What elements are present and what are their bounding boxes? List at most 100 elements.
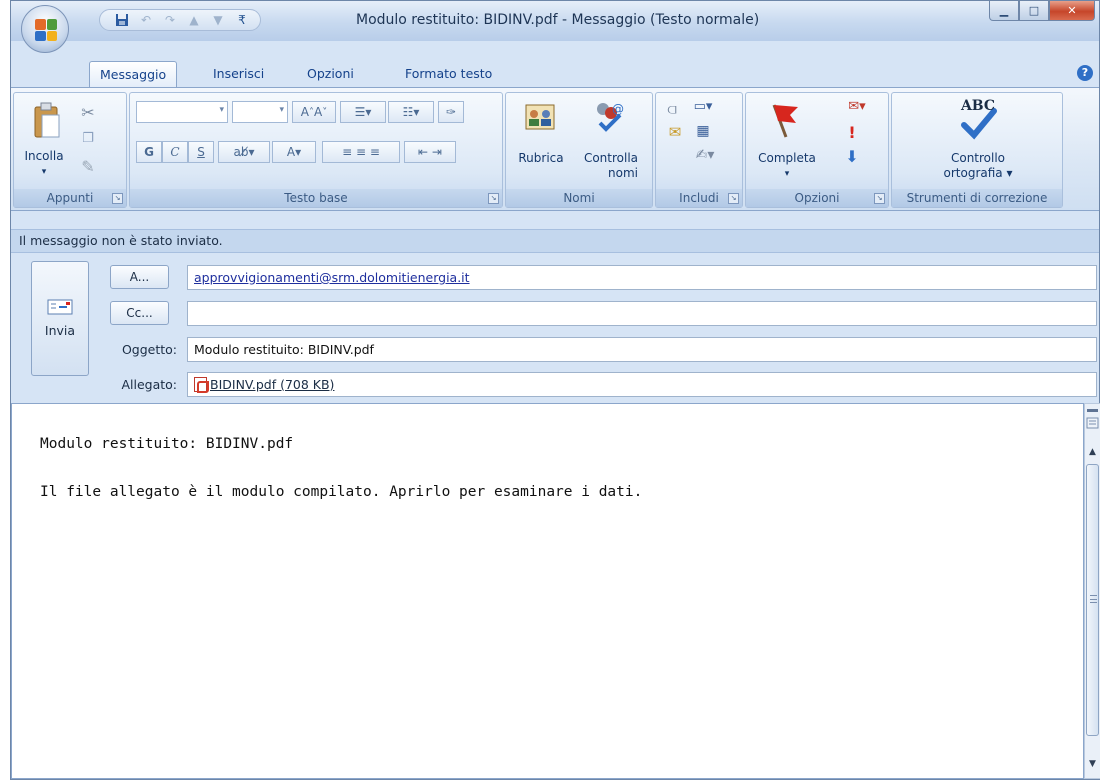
grow-shrink-font-button[interactable]: A ˄ A ˅ [292, 101, 336, 123]
minimize-icon: ▁ [999, 4, 1009, 17]
format-painter-icon[interactable]: ✎ [78, 157, 98, 176]
completa-dropdown-icon[interactable]: ▾ [752, 167, 822, 182]
appunti-launcher-icon[interactable]: ↘ [112, 193, 123, 204]
quick-access-toolbar: ↶ ↷ ▲ ▼ ₹ [99, 9, 261, 31]
window-controls: ▁ □ ✕ [989, 1, 1095, 21]
indent-buttons[interactable]: ⇤ ⇥ [404, 141, 456, 163]
group-label-nomi: Nomi [506, 189, 652, 207]
group-label-appunti: Appunti [14, 189, 126, 207]
office-button[interactable] [21, 5, 69, 53]
rubrica-label[interactable]: Rubrica [510, 151, 572, 166]
font-color-button[interactable]: A▾ [272, 141, 316, 163]
address-book-icon[interactable] [524, 101, 556, 133]
business-card-icon[interactable]: ▭▾ [688, 99, 718, 114]
vertical-scrollbar[interactable]: ▲ ▼ [1084, 403, 1100, 779]
scroll-down-icon[interactable]: ▼ [1085, 756, 1100, 772]
outlook-message-window: ↶ ↷ ▲ ▼ ₹ Modulo restituito: BIDINV.pdf … [10, 0, 1100, 780]
body-line-1: Modulo restituito: BIDINV.pdf [40, 436, 294, 452]
close-button[interactable]: ✕ [1049, 1, 1095, 21]
next-item-icon[interactable]: ▼ [210, 12, 226, 28]
completa-label[interactable]: Completa [752, 151, 822, 166]
spelling-label[interactable]: Controllo ortografia ▾ [908, 151, 1048, 181]
group-opzioni: Completa ▾ ✉▾ ! ⬇ Opzioni ↘ [745, 92, 889, 208]
italic-button[interactable]: C [162, 141, 188, 163]
tab-formato-testo[interactable]: Formato testo [405, 61, 492, 87]
cc-button[interactable]: Cc... [110, 301, 169, 325]
to-field[interactable]: approvvigionamenti@srm.dolomitienergia.i… [187, 265, 1097, 290]
info-bar: Il messaggio non è stato inviato. [11, 229, 1099, 253]
scroll-up-icon[interactable]: ▲ [1085, 444, 1100, 460]
scroll-thumb[interactable] [1086, 464, 1099, 736]
highlight-button[interactable]: ab̸▾ [218, 141, 270, 163]
tab-opzioni[interactable]: Opzioni [307, 61, 354, 87]
group-nomi: @ Rubrica Controlla nomi Nomi [505, 92, 653, 208]
send-label: Invia [44, 323, 76, 338]
opzioni-launcher-icon[interactable]: ↘ [874, 193, 885, 204]
check-names-icon[interactable]: @ [592, 99, 626, 133]
alignment-buttons[interactable]: ≡ ≡ ≡ [322, 141, 400, 163]
cut-icon[interactable]: ✂ [78, 103, 98, 122]
tab-inserisci[interactable]: Inserisci [213, 61, 264, 87]
message-header: Invia A... approvvigionamenti@srm.dolomi… [11, 253, 1099, 403]
subject-field[interactable]: Modulo restituito: BIDINV.pdf [187, 337, 1097, 362]
numbering-button[interactable]: ☷▾ [388, 101, 434, 123]
close-icon: ✕ [1067, 4, 1077, 17]
save-icon[interactable] [114, 12, 130, 28]
check-names-label[interactable]: Controlla nomi [572, 151, 650, 181]
minimize-button[interactable]: ▁ [989, 1, 1019, 21]
font-name-combo[interactable] [136, 101, 228, 123]
window-title: Modulo restituito: BIDINV.pdf - Messaggi… [356, 12, 760, 28]
testo-base-launcher-icon[interactable]: ↘ [488, 193, 499, 204]
send-icon [47, 299, 73, 315]
redo-icon[interactable]: ↷ [162, 12, 178, 28]
cc-field[interactable] [187, 301, 1097, 326]
bullets-button[interactable]: ☰▾ [340, 101, 386, 123]
follow-up-flag-icon[interactable] [764, 99, 804, 139]
help-icon[interactable]: ? [1077, 65, 1093, 81]
scroll-grip-icon [1090, 595, 1097, 603]
signature-icon[interactable]: ✍▾ [690, 147, 720, 163]
low-importance-icon[interactable]: ⬇ [844, 147, 860, 166]
bold-button[interactable]: G [136, 141, 162, 163]
attach-item-icon[interactable]: ✉ [664, 123, 686, 141]
customize-qat-icon[interactable]: ₹ [234, 12, 250, 28]
underline-button[interactable]: S [188, 141, 214, 163]
paste-label[interactable]: Incolla [18, 149, 70, 164]
body-line-2: Il file allegato è il modulo compilato. … [40, 484, 643, 500]
to-button[interactable]: A... [110, 265, 169, 289]
copy-icon[interactable]: ❐ [78, 131, 98, 146]
split-view-icon[interactable] [1086, 408, 1099, 438]
high-importance-icon[interactable]: ! [844, 123, 860, 142]
maximize-icon: □ [1028, 4, 1040, 17]
abc-label: ABC [960, 98, 996, 114]
attach-file-icon[interactable]: ⫏ [664, 99, 680, 119]
undo-icon[interactable]: ↶ [138, 12, 154, 28]
svg-text:@: @ [612, 102, 624, 116]
font-size-combo[interactable] [232, 101, 288, 123]
group-label-opzioni: Opzioni [746, 189, 888, 207]
group-testo-base: A˄A˅ ☰▾ ☷▾ ✑ G C S ab̸▾ A▾ ≡ ≡ ≡ ⇤ ⇥ Tes… [129, 92, 503, 208]
ribbon-tabs: Messaggio Inserisci Opzioni Formato test… [11, 61, 1099, 87]
message-body[interactable]: Modulo restituito: BIDINV.pdf Il file al… [11, 403, 1084, 779]
clear-format-button[interactable]: ✑ [438, 101, 464, 123]
group-appunti: Incolla ▾ ✂ ❐ ✎ Appunti ↘ [13, 92, 127, 208]
paste-icon[interactable] [32, 101, 62, 141]
subject-label: Oggetto: [121, 342, 177, 357]
group-label-strumenti: Strumenti di correzione [892, 189, 1062, 207]
tab-messaggio[interactable]: Messaggio [89, 61, 178, 87]
pdf-icon [194, 377, 209, 393]
send-button[interactable]: Invia [31, 261, 89, 376]
previous-item-icon[interactable]: ▲ [186, 12, 202, 28]
attachment-field: BIDINV.pdf (708 KB) [187, 372, 1097, 397]
paste-dropdown-icon[interactable]: ▾ [18, 165, 70, 180]
permission-icon[interactable]: ✉▾ [842, 99, 872, 114]
includi-launcher-icon[interactable]: ↘ [728, 193, 739, 204]
group-label-testo-base: Testo base [130, 189, 502, 207]
attachment-label: Allegato: [121, 377, 177, 392]
office-logo-icon [35, 19, 57, 41]
title-bar: ↶ ↷ ▲ ▼ ₹ Modulo restituito: BIDINV.pdf … [11, 1, 1099, 41]
calendar-icon[interactable]: ▦ [692, 123, 714, 139]
attachment-link[interactable]: BIDINV.pdf (708 KB) [210, 377, 334, 392]
maximize-button[interactable]: □ [1019, 1, 1049, 21]
group-includi: ⫏ ▭▾ ✉ ▦ ✍▾ Includi ↘ [655, 92, 743, 208]
